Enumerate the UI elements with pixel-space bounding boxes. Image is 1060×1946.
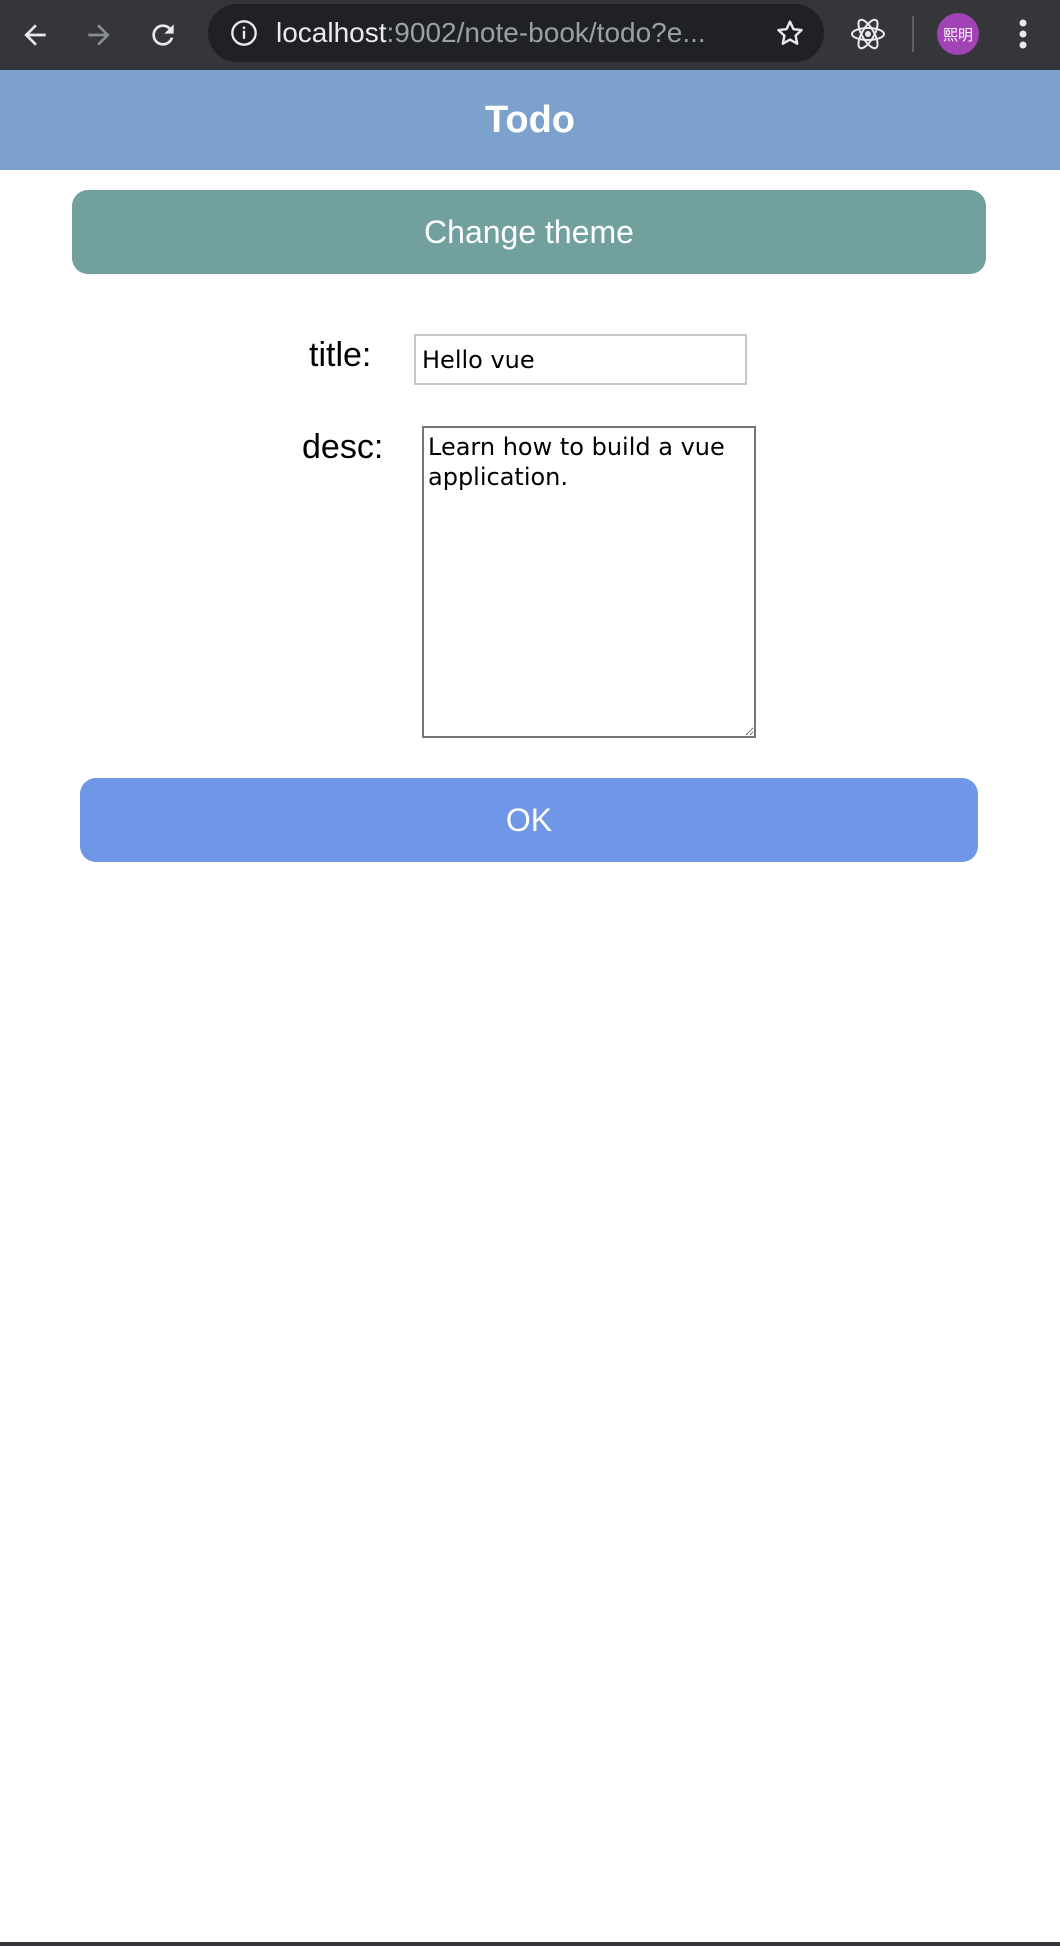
forward-button[interactable] <box>74 10 124 60</box>
react-devtools-icon[interactable] <box>848 14 888 54</box>
reload-button[interactable] <box>138 10 188 60</box>
address-bar[interactable]: localhost:9002/note-book/todo?e... <box>208 4 824 62</box>
bookmark-star-icon[interactable] <box>774 17 806 49</box>
url-host: localhost <box>276 17 387 48</box>
forward-arrow-icon <box>88 24 110 46</box>
desc-label: desc: <box>302 428 384 466</box>
change-theme-button[interactable]: Change theme <box>72 190 986 274</box>
ok-button[interactable]: OK <box>80 778 978 862</box>
bottom-edge <box>0 1942 1060 1946</box>
url-text[interactable]: localhost:9002/note-book/todo?e... <box>276 4 766 62</box>
title-input[interactable] <box>414 334 747 385</box>
app-header: Todo <box>0 70 1060 170</box>
back-arrow-icon <box>24 24 46 46</box>
title-label: title: <box>309 336 372 374</box>
desc-textarea[interactable]: Learn how to build a vue application. <box>422 426 756 738</box>
url-path: :9002/note-book/todo?e... <box>386 17 706 48</box>
toolbar-divider <box>912 16 914 52</box>
info-icon[interactable] <box>230 19 258 47</box>
browser-toolbar: localhost:9002/note-book/todo?e... 熙明 <box>0 0 1060 70</box>
page-title: Todo <box>484 98 576 141</box>
reload-icon <box>152 24 174 46</box>
kebab-menu-icon[interactable] <box>1008 14 1038 54</box>
profile-avatar[interactable]: 熙明 <box>937 13 979 55</box>
back-button[interactable] <box>10 10 60 60</box>
